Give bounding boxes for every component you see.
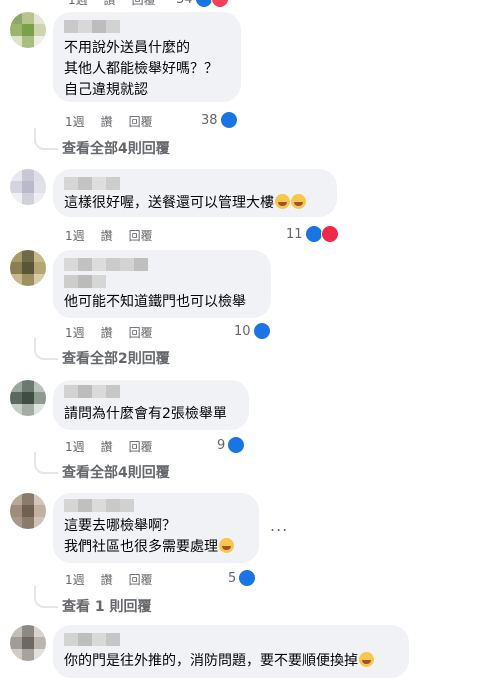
- comment-text: 你的門是往外推的，消防問題，要不要順便換掉: [64, 653, 358, 669]
- reply-link[interactable]: 回覆: [129, 227, 153, 244]
- reaction-count-text: 5: [228, 570, 237, 586]
- like-reaction-icon: [252, 322, 271, 340]
- view-replies-link[interactable]: 查看全部2則回覆: [62, 348, 170, 368]
- top-like-link[interactable]: 讚: [104, 0, 116, 8]
- reply-thread-line: [34, 586, 58, 608]
- commenter-name-blurred[interactable]: [64, 499, 134, 512]
- like-reaction-icon: [194, 0, 213, 8]
- top-reaction-count[interactable]: 34: [176, 0, 229, 8]
- reply-link[interactable]: 回覆: [129, 438, 153, 455]
- reply-link[interactable]: 回覆: [129, 571, 153, 588]
- commenter-name-blurred[interactable]: [64, 633, 120, 646]
- top-comment-actions: 1週 讚 回覆: [68, 0, 172, 8]
- like-link[interactable]: 讚: [101, 438, 113, 455]
- grimace-emoji-icon: [219, 538, 234, 553]
- reaction-count-text: 38: [201, 112, 218, 128]
- reaction-count[interactable]: 11: [286, 225, 339, 243]
- view-replies-link[interactable]: 查看全部4則回覆: [62, 462, 170, 482]
- avatar[interactable]: [10, 12, 46, 48]
- comment-text-line: 不用說外送員什麼的: [64, 40, 190, 56]
- comment-time[interactable]: 1週: [65, 113, 85, 130]
- comment-actions: 1週 讚 回覆: [65, 324, 169, 341]
- top-time[interactable]: 1週: [68, 0, 88, 8]
- reaction-count-text: 10: [234, 323, 251, 339]
- comment-actions: 1週 讚 回覆: [65, 227, 169, 244]
- comment-actions: 1週 讚 回覆: [65, 438, 169, 455]
- comment-time[interactable]: 1週: [65, 324, 85, 341]
- like-link[interactable]: 讚: [101, 227, 113, 244]
- avatar[interactable]: [10, 169, 46, 205]
- reply-thread-line: [34, 452, 58, 474]
- reply-thread-line: [34, 128, 58, 150]
- comment-time[interactable]: 1週: [65, 227, 85, 244]
- reaction-count[interactable]: 9: [217, 436, 246, 454]
- like-reaction-icon: [238, 569, 257, 587]
- rofl-emoji-icon: [359, 652, 374, 667]
- comment-actions: 1週 讚 回覆: [65, 113, 169, 130]
- view-replies-link[interactable]: 查看 1 則回覆: [62, 596, 152, 616]
- comment-text-line: 你的門是往外推的，消防問題，要不要順便換掉: [64, 651, 374, 672]
- like-link[interactable]: 讚: [101, 571, 113, 588]
- reaction-count-text: 9: [217, 437, 226, 453]
- comment-text: 我們社區也很多需要處理: [64, 539, 218, 555]
- comment-text-line: 這要去哪檢舉啊？: [64, 518, 176, 534]
- top-reply-link[interactable]: 回覆: [132, 0, 156, 8]
- reply-link[interactable]: 回覆: [129, 113, 153, 130]
- commenter-name-blurred[interactable]: [64, 20, 120, 33]
- commenter-name-blurred[interactable]: [64, 177, 120, 190]
- comment-text-line: 他可能不知道鐵門也可以檢舉: [64, 294, 246, 310]
- reply-link[interactable]: 回覆: [129, 324, 153, 341]
- reply-thread-line: [34, 338, 58, 360]
- more-options-icon[interactable]: ...: [270, 516, 288, 535]
- comment-text-line: 請問為什麼會有2張檢舉單: [64, 406, 227, 422]
- comment-text-line: 其他人都能檢舉好嗎？？: [64, 61, 218, 77]
- avatar[interactable]: [10, 380, 46, 416]
- comment-time[interactable]: 1週: [65, 438, 85, 455]
- rofl-emoji-icon: [275, 194, 290, 209]
- avatar[interactable]: [10, 493, 46, 529]
- angry-reaction-icon: [210, 0, 229, 8]
- avatar[interactable]: [10, 625, 46, 661]
- comment-text-line: 這樣很好喔，送餐還可以管理大樓: [64, 193, 306, 214]
- commenter-name-blurred[interactable]: [64, 385, 120, 398]
- comment-text-line: 我們社區也很多需要處理: [64, 537, 234, 558]
- like-reaction-icon: [304, 225, 323, 243]
- comment-text-line: 自己違規就認: [64, 82, 148, 98]
- rofl-emoji-icon: [291, 194, 306, 209]
- avatar[interactable]: [10, 250, 46, 286]
- reaction-count[interactable]: 10: [234, 322, 271, 340]
- like-reaction-icon: [227, 436, 246, 454]
- like-link[interactable]: 讚: [101, 113, 113, 130]
- reaction-count-text: 11: [286, 226, 303, 242]
- heart-reaction-icon: [320, 225, 339, 243]
- comment-text: 這樣很好喔，送餐還可以管理大樓: [64, 195, 274, 211]
- like-reaction-icon: [219, 111, 238, 129]
- top-count-text: 34: [176, 0, 193, 7]
- like-link[interactable]: 讚: [101, 324, 113, 341]
- reaction-count[interactable]: 5: [228, 569, 257, 587]
- commenter-name-blurred[interactable]: [64, 258, 148, 271]
- commenter-name-blurred[interactable]: [64, 275, 106, 288]
- comment-time[interactable]: 1週: [65, 571, 85, 588]
- reaction-count[interactable]: 38: [201, 111, 238, 129]
- comment-actions: 1週 讚 回覆: [65, 571, 169, 588]
- view-replies-link[interactable]: 查看全部4則回覆: [62, 138, 170, 158]
